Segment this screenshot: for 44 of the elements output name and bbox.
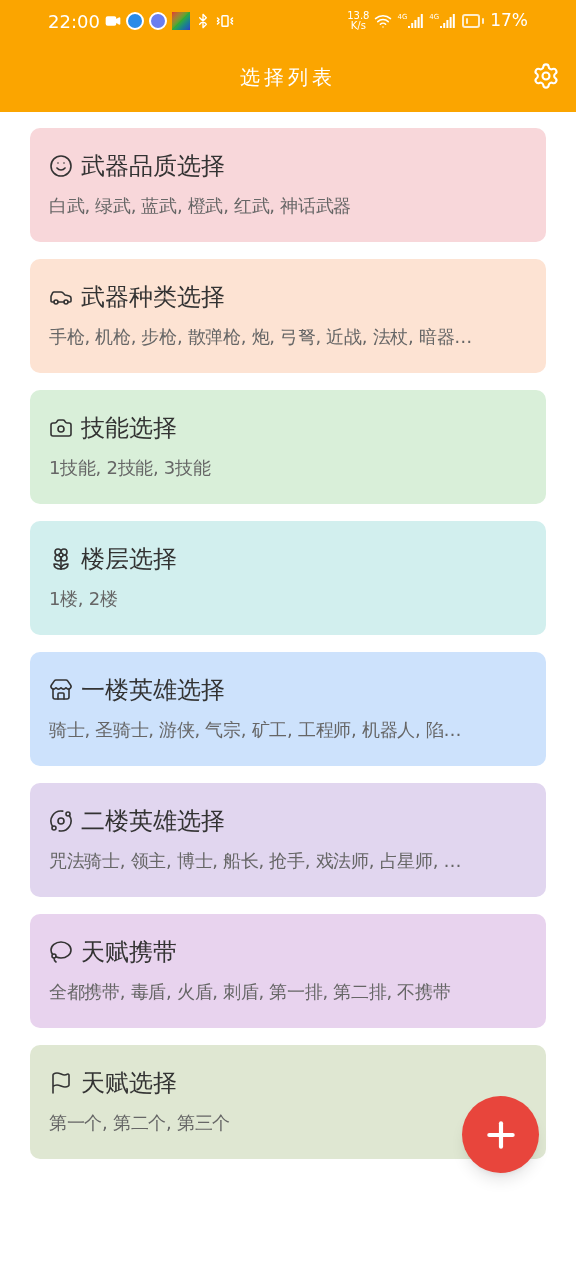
card-title: 楼层选择 — [81, 544, 177, 575]
smile-icon — [49, 154, 73, 178]
settings-button[interactable] — [532, 62, 560, 90]
card-title: 武器种类选择 — [81, 282, 225, 313]
card-title: 二楼英雄选择 — [81, 806, 225, 837]
list-card[interactable]: 楼层选择 1楼, 2楼 — [30, 521, 546, 635]
card-subtitle: 第一个, 第二个, 第三个 — [49, 1111, 230, 1135]
card-subtitle: 白武, 绿武, 蓝武, 橙武, 红武, 神话武器 — [49, 194, 352, 218]
video-icon — [104, 13, 121, 29]
camera-icon — [49, 416, 73, 440]
card-subtitle: 全都携带, 毒盾, 火盾, 刺盾, 第一排, 第二排, 不携带 — [49, 980, 451, 1004]
store-icon — [49, 678, 73, 702]
card-subtitle: 手枪, 机枪, 步枪, 散弹枪, 炮, 弓弩, 近战, 法杖, 暗器… — [49, 325, 473, 349]
signal-icon — [408, 14, 425, 28]
list-card[interactable]: 天赋选择 第一个, 第二个, 第三个 — [30, 1045, 546, 1159]
game-icon — [171, 12, 190, 30]
battery-percent: 17% — [490, 9, 528, 33]
list-card[interactable]: 一楼英雄选择 骑士, 圣骑士, 游侠, 气宗, 矿工, 工程师, 机器人, 陷… — [30, 652, 546, 766]
list-card[interactable]: 武器种类选择 手枪, 机枪, 步枪, 散弹枪, 炮, 弓弩, 近战, 法杖, 暗器… — [30, 259, 546, 373]
speed-value: 13.8 — [347, 11, 370, 21]
app-title: 选择列表 — [240, 64, 336, 91]
wifi-icon — [374, 12, 393, 30]
lasso-icon — [49, 940, 73, 964]
status-time: 22:00 — [48, 9, 100, 34]
card-title: 天赋选择 — [81, 1068, 177, 1099]
list-card[interactable]: 二楼英雄选择 咒法骑士, 领主, 博士, 船长, 抢手, 戏法师, 占星师, … — [30, 783, 546, 897]
card-title: 技能选择 — [81, 413, 177, 444]
card-subtitle: 咒法骑士, 领主, 博士, 船长, 抢手, 戏法师, 占星师, … — [49, 849, 462, 873]
settings-icon — [532, 62, 560, 90]
list-card[interactable]: 武器品质选择 白武, 绿武, 蓝武, 橙武, 红武, 神话武器 — [30, 128, 546, 242]
list-card[interactable]: 天赋携带 全都携带, 毒盾, 火盾, 刺盾, 第一排, 第二排, 不携带 — [30, 914, 546, 1028]
signal-icon — [440, 14, 457, 28]
vibrate-icon — [215, 12, 234, 30]
card-title: 天赋携带 — [81, 937, 177, 968]
flag-icon — [49, 1071, 73, 1095]
card-subtitle: 骑士, 圣骑士, 游侠, 气宗, 矿工, 工程师, 机器人, 陷… — [49, 718, 462, 742]
card-subtitle: 1楼, 2楼 — [49, 587, 118, 611]
speed-unit: K/s — [350, 21, 366, 31]
planet-icon — [49, 809, 73, 833]
card-subtitle: 1技能, 2技能, 3技能 — [49, 456, 211, 480]
card-title: 一楼英雄选择 — [81, 675, 225, 706]
app-icon — [125, 12, 144, 30]
card-title: 武器品质选择 — [81, 151, 225, 182]
list-card[interactable]: 技能选择 1技能, 2技能, 3技能 — [30, 390, 546, 504]
